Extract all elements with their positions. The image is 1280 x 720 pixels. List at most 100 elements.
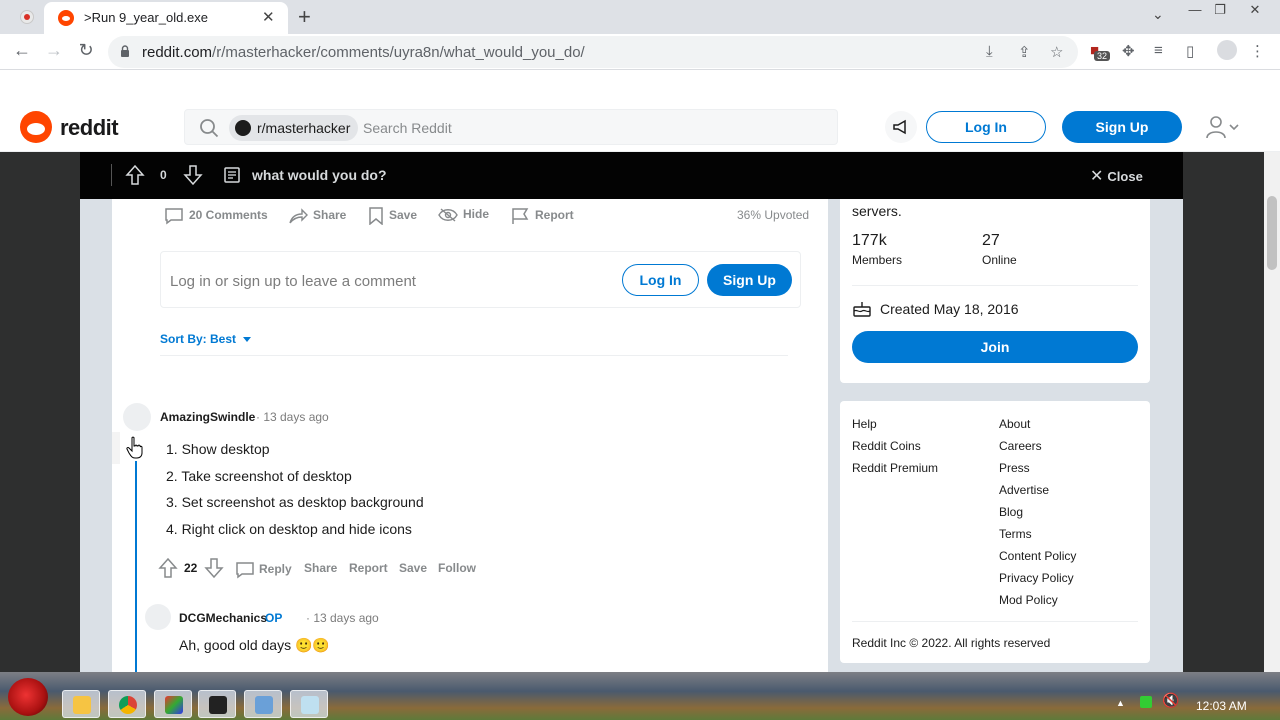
hide-button[interactable]: Hide — [438, 207, 489, 223]
footer-link-privacy-policy[interactable]: Privacy Policy — [999, 571, 1074, 585]
caret-down-icon[interactable] — [243, 337, 251, 342]
taskbar-app-notepad[interactable] — [290, 690, 328, 718]
footer-link-press[interactable]: Press — [999, 461, 1030, 475]
comment-author[interactable]: DCGMechanics — [179, 611, 267, 625]
forward-icon[interactable]: → — [42, 40, 66, 61]
comment-downvote-icon[interactable] — [204, 557, 224, 579]
copyright: Reddit Inc © 2022. All rights reserved — [852, 636, 1051, 650]
comments-button[interactable]: 20 Comments — [164, 207, 268, 225]
list-item: 2. Take screenshot of desktop — [166, 468, 352, 484]
comment-upvote-icon[interactable] — [158, 557, 178, 579]
start-button-icon[interactable] — [8, 678, 48, 716]
post-title: what would you do? — [252, 167, 387, 183]
back-icon[interactable]: ← — [10, 40, 34, 61]
scrollbar-thumb[interactable] — [1267, 196, 1277, 270]
share-button[interactable]: Share — [288, 207, 346, 225]
online-label: Online — [982, 253, 1017, 267]
advertise-megaphone-icon[interactable] — [885, 111, 917, 143]
footer-link-advertise[interactable]: Advertise — [999, 483, 1049, 497]
comment-report-button[interactable]: Report — [349, 561, 388, 575]
comment-icon — [165, 208, 183, 225]
user-menu-icon — [1206, 116, 1239, 139]
search-bar[interactable]: r/masterhacker Search Reddit — [184, 109, 838, 145]
taskbar-app-chrome[interactable] — [108, 690, 146, 718]
footer-link-blog[interactable]: Blog — [999, 505, 1023, 519]
save-button[interactable]: Save — [368, 207, 417, 226]
join-button[interactable]: Join — [852, 331, 1138, 363]
taskbar-app-7zip[interactable] — [198, 690, 236, 718]
divider — [160, 355, 788, 356]
7zip-icon — [209, 696, 227, 714]
page-scrollbar[interactable] — [1264, 152, 1280, 672]
footer-link-coins[interactable]: Reddit Coins — [852, 439, 921, 453]
avatar[interactable] — [145, 604, 171, 630]
text-post-icon — [224, 167, 240, 183]
side-panel-icon[interactable]: ▯ — [1186, 42, 1194, 60]
browser-menu-icon[interactable]: ⋮ — [1250, 42, 1265, 60]
reddit-logo-icon[interactable] — [20, 111, 52, 143]
browser-tab-active[interactable]: >Run 9_year_old.exe ✕ — [44, 2, 288, 34]
footer-link-terms[interactable]: Terms — [999, 527, 1032, 541]
divider — [111, 164, 112, 186]
user-menu-dropdown[interactable] — [1204, 113, 1244, 141]
reply-button[interactable]: Reply — [235, 561, 292, 579]
sort-dropdown[interactable]: Sort By: Best — [160, 332, 236, 346]
collapse-thread-handle[interactable] — [112, 432, 120, 464]
downvote-icon[interactable] — [183, 164, 203, 186]
footer-link-careers[interactable]: Careers — [999, 439, 1042, 453]
tray-status-icon[interactable] — [1140, 696, 1152, 708]
footer-link-help[interactable]: Help — [852, 417, 877, 431]
taskbar-app-network[interactable] — [244, 690, 282, 718]
url-omnibox[interactable]: reddit.com/r/masterhacker/comments/uyra8… — [108, 36, 1078, 68]
created-date: Created May 18, 2016 — [880, 301, 1019, 317]
footer-link-mod-policy[interactable]: Mod Policy — [999, 593, 1058, 607]
comment-save-button[interactable]: Save — [399, 561, 427, 575]
close-icon: ✕ — [1090, 168, 1104, 185]
subreddit-chip[interactable]: r/masterhacker — [229, 115, 359, 141]
restore-icon[interactable]: ❐ — [1205, 2, 1235, 18]
tab-close-icon[interactable]: ✕ — [262, 8, 275, 26]
install-app-icon[interactable]: ⤓ — [986, 43, 993, 60]
comment-signup-button[interactable]: Sign Up — [707, 264, 792, 296]
new-tab-icon[interactable]: + — [298, 4, 311, 30]
windows-taskbar: ▲ 🔇 — [0, 672, 1280, 720]
volume-muted-icon[interactable]: 🔇 — [1162, 692, 1179, 709]
avatar[interactable] — [123, 403, 151, 431]
cake-icon — [853, 302, 871, 317]
extensions-puzzle-icon[interactable]: ✥ — [1122, 42, 1135, 60]
upvote-ratio: 36% Upvoted — [737, 208, 810, 222]
comment-timestamp[interactable]: · 13 days ago — [256, 410, 329, 424]
bookmark-star-icon[interactable]: ☆ — [1050, 43, 1063, 61]
taskbar-app-games[interactable] — [154, 690, 192, 718]
signup-button[interactable]: Sign Up — [1062, 111, 1182, 143]
divider — [852, 285, 1138, 286]
comment-timestamp[interactable]: · 13 days ago — [306, 611, 379, 625]
upvote-icon[interactable] — [125, 164, 145, 186]
reload-icon[interactable]: ↻ — [74, 40, 98, 61]
footer-link-about[interactable]: About — [999, 417, 1030, 431]
close-post-button[interactable]: ✕ Close — [1090, 166, 1143, 186]
footer-link-premium[interactable]: Reddit Premium — [852, 461, 938, 475]
comment-author[interactable]: AmazingSwindle — [160, 410, 255, 424]
tab-search-chevron-icon[interactable]: ⌄ — [1152, 6, 1164, 23]
comment-prompt: Log in or sign up to leave a comment — [170, 273, 416, 290]
share-icon[interactable]: ⇪ — [1018, 43, 1031, 61]
comment-follow-button[interactable]: Follow — [438, 561, 476, 575]
report-button[interactable]: Report — [510, 207, 574, 225]
community-description: servers. — [852, 203, 902, 219]
taskbar-app-paint[interactable] — [62, 690, 100, 718]
media-control-icon[interactable]: ≡ — [1154, 42, 1163, 59]
footer-link-content-policy[interactable]: Content Policy — [999, 549, 1076, 563]
thread-line[interactable] — [135, 461, 137, 672]
comment-login-box: Log in or sign up to leave a comment Log… — [160, 251, 801, 308]
profile-avatar-icon[interactable] — [1217, 40, 1237, 60]
reddit-wordmark[interactable]: reddit — [60, 115, 119, 141]
comment-login-button[interactable]: Log In — [622, 264, 699, 296]
comment-share-button[interactable]: Share — [304, 561, 337, 575]
tray-expand-icon[interactable]: ▲ — [1116, 698, 1125, 708]
window-close-icon[interactable]: ✕ — [1240, 2, 1270, 18]
login-button[interactable]: Log In — [926, 111, 1046, 143]
hide-eye-icon — [438, 208, 458, 222]
search-input[interactable]: Search Reddit — [363, 120, 452, 136]
clock[interactable]: 12:03 AM — [1196, 699, 1247, 713]
